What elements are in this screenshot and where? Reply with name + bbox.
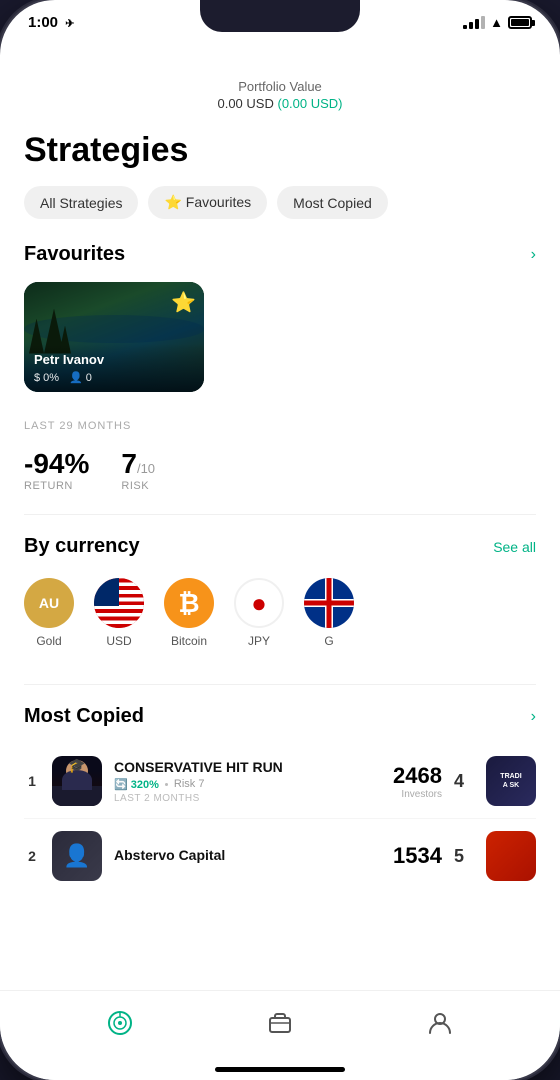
wifi-icon: ▲	[490, 15, 503, 30]
portfolio-header: Portfolio Value 0.00 USD (0.00 USD)	[0, 71, 560, 123]
signal-icon	[463, 16, 485, 29]
nav-radar[interactable]	[107, 1010, 133, 1042]
time-display: 1:00 ✈	[28, 14, 74, 31]
risk-value: 7	[121, 448, 137, 480]
period-1: LAST 2 MONTHS	[114, 793, 381, 804]
trad-card-1: TRADIA SK	[486, 756, 536, 806]
btc-icon: ₿	[164, 578, 214, 628]
favourites-list: ⭐ Petr Ivanov $ 0% 👤 0	[0, 282, 560, 416]
profile-icon	[427, 1010, 453, 1042]
filter-favourites[interactable]: ⭐ Favourites	[148, 186, 267, 219]
portfolio-value: 0.00 USD (0.00 USD)	[0, 96, 560, 111]
copied-info-2: Abstervo Capital	[114, 847, 381, 866]
card-stats: $ 0% 👤 0	[34, 371, 194, 384]
count-1: 2468 Investors	[393, 763, 442, 800]
copied-stats-1: 🔄 320% Risk 7	[114, 778, 381, 791]
rank-2: 2	[24, 848, 40, 864]
most-copied-title: Most Copied	[24, 705, 144, 728]
notch	[200, 0, 360, 32]
copied-item-1[interactable]: 1 🎓 CONSERVATIVE HIT RUN	[24, 744, 536, 819]
jpy-icon: ●	[234, 578, 284, 628]
portfolio-label: Portfolio Value	[0, 79, 560, 94]
battery-icon	[508, 16, 532, 29]
currency-gold[interactable]: AU Gold	[24, 578, 74, 648]
phone-shell: 1:00 ✈ ▲ Portfolio Value	[0, 0, 560, 1080]
currency-gb[interactable]: G	[304, 578, 354, 648]
nav-profile[interactable]	[427, 1010, 453, 1042]
count-number-2: 1534	[393, 843, 442, 869]
strategy-metrics: -94% Return 7 /10 Risk	[0, 440, 560, 494]
avatar-1: 🎓	[52, 756, 102, 806]
filter-all[interactable]: All Strategies	[24, 186, 138, 219]
return-1: 🔄 320%	[114, 778, 159, 791]
portfolio-icon	[267, 1010, 293, 1042]
divider-2	[24, 684, 536, 685]
card-name: Petr Ivanov	[34, 352, 194, 367]
favourites-chevron[interactable]: ›	[531, 246, 536, 264]
gb-label: G	[324, 634, 333, 648]
most-copied-header: Most Copied ›	[0, 705, 560, 744]
star-icon: ⭐	[171, 290, 196, 315]
page-title: Strategies	[0, 123, 560, 186]
right-rank-2: 5	[454, 846, 474, 867]
status-icons: ▲	[463, 15, 532, 30]
usd-label: USD	[106, 634, 131, 648]
jpy-label: JPY	[248, 634, 270, 648]
gb-icon	[304, 578, 354, 628]
home-indicator	[215, 1067, 345, 1072]
filter-tabs: All Strategies ⭐ Favourites Most Copied	[0, 186, 560, 243]
currency-bitcoin[interactable]: ₿ Bitcoin	[164, 578, 214, 648]
risk-max: /10	[137, 461, 155, 476]
rank-1: 1	[24, 773, 40, 789]
right-rank-1: 4	[454, 771, 474, 792]
strategy-name-2: Abstervo Capital	[114, 847, 381, 863]
favourites-title: Favourites	[24, 243, 125, 266]
card-copiers-stat: 👤 0	[69, 371, 92, 384]
btc-label: Bitcoin	[171, 634, 207, 648]
filter-most-copied[interactable]: Most Copied	[277, 186, 388, 219]
scroll-content: Portfolio Value 0.00 USD (0.00 USD) Stra…	[0, 71, 560, 1056]
return-label: Return	[24, 480, 89, 492]
avatar-2: 👤	[52, 831, 102, 881]
most-copied-chevron[interactable]: ›	[531, 708, 536, 726]
metric-period: LAST 29 MONTHS	[0, 420, 560, 440]
nav-portfolio[interactable]	[267, 1010, 293, 1042]
return-metric: -94% Return	[24, 448, 89, 494]
copied-item-2[interactable]: 2 👤 Abstervo Capital 1534 5	[24, 819, 536, 893]
card-return-stat: $ 0%	[34, 371, 59, 384]
strategy-card-petr[interactable]: ⭐ Petr Ivanov $ 0% 👤 0	[24, 282, 204, 392]
strategy-name-1: CONSERVATIVE HIT RUN	[114, 759, 381, 775]
count-label-1: Investors	[393, 789, 442, 800]
copied-info-1: CONSERVATIVE HIT RUN 🔄 320% Risk 7 LAST …	[114, 759, 381, 804]
divider-1	[24, 514, 536, 515]
favourites-section-header: Favourites ›	[0, 243, 560, 282]
usd-icon	[94, 578, 144, 628]
phone-screen: 1:00 ✈ ▲ Portfolio Value	[0, 0, 560, 1080]
radar-icon	[107, 1010, 133, 1042]
currency-title: By currency	[24, 535, 140, 558]
count-2: 1534	[393, 843, 442, 869]
currency-section-header: By currency See all	[0, 535, 560, 574]
gold-label: Gold	[36, 634, 61, 648]
gold-icon: AU	[24, 578, 74, 628]
risk-label: Risk	[121, 480, 155, 492]
currency-jpy[interactable]: ● JPY	[234, 578, 284, 648]
most-copied-list: 1 🎓 CONSERVATIVE HIT RUN	[0, 744, 560, 893]
count-number-1: 2468	[393, 763, 442, 789]
risk-metric: 7 /10 Risk	[121, 448, 155, 494]
nav-icon: ✈	[65, 18, 74, 30]
currency-list: AU Gold USD ₿ Bitco	[0, 574, 560, 664]
return-value: -94%	[24, 448, 89, 480]
currency-usd[interactable]: USD	[94, 578, 144, 648]
card-overlay: Petr Ivanov $ 0% 👤 0	[24, 344, 204, 392]
avatar-card-2	[486, 831, 536, 881]
risk-1: Risk 7	[174, 778, 205, 790]
see-all-link[interactable]: See all	[493, 539, 536, 555]
